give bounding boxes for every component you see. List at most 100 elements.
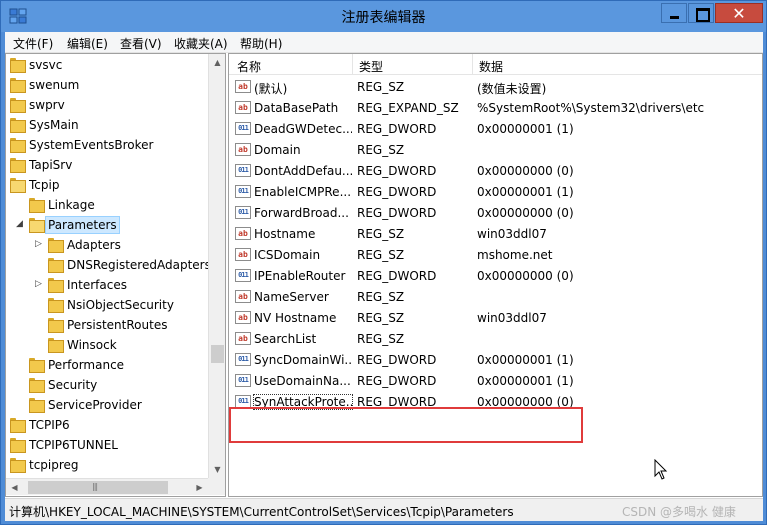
tree-item[interactable]: Winsock (6, 335, 206, 355)
expand-arrow-icon[interactable]: ▷ (35, 239, 42, 249)
value-row[interactable]: ab NameServer REG_SZ (229, 286, 762, 307)
value-row[interactable]: ab ICSDomain REG_SZ mshome.net (229, 244, 762, 265)
value-row[interactable]: 011 UseDomainNa... REG_DWORD 0x00000001 (1) (229, 370, 762, 391)
tree-item[interactable]: TCPIP6 (6, 415, 206, 435)
maximize-button[interactable] (688, 3, 714, 23)
tree-item[interactable]: TCPIP6TUNNEL (6, 435, 206, 455)
tree-item-label: TCPIP6 (29, 418, 70, 432)
tree-item-label: NsiObjectSecurity (67, 298, 174, 312)
value-row[interactable]: 011 DeadGWDetec... REG_DWORD 0x00000001 (1) (229, 118, 762, 139)
value-name: Hostname (254, 227, 316, 241)
menu-edit[interactable]: 编辑(E) (67, 35, 108, 52)
mouse-cursor-icon (654, 459, 668, 480)
column-divider[interactable] (352, 54, 353, 75)
value-row[interactable]: ab Domain REG_SZ (229, 139, 762, 160)
tree-item[interactable]: swenum (6, 75, 206, 95)
menu-file[interactable]: 文件(F) (13, 35, 53, 52)
tree-item[interactable]: ▷ Interfaces (6, 275, 206, 295)
value-type: REG_DWORD (357, 185, 437, 199)
expand-arrow-icon[interactable]: ▷ (35, 279, 42, 289)
tree-item-label: swenum (29, 78, 80, 92)
value-type: REG_SZ (357, 248, 405, 262)
tree-item[interactable]: PersistentRoutes (6, 315, 206, 335)
value-row[interactable]: ab (默认) REG_SZ (数值未设置) (229, 76, 762, 97)
value-name: NV Hostname (254, 311, 337, 325)
value-type: REG_DWORD (357, 269, 437, 283)
value-name: UseDomainNa... (254, 374, 351, 388)
tree-item[interactable]: svsvc (6, 55, 206, 75)
value-type: REG_SZ (357, 227, 405, 241)
folder-icon (48, 278, 64, 293)
folder-icon (48, 258, 64, 273)
tree-item[interactable]: NsiObjectSecurity (6, 295, 206, 315)
value-type: REG_DWORD (357, 374, 437, 388)
title-bar[interactable]: 注册表编辑器 ✕ (1, 1, 766, 32)
tree-item[interactable]: swprv (6, 95, 206, 115)
scroll-right-arrow-icon[interactable]: ▶ (191, 479, 208, 496)
tree-item[interactable]: Performance (6, 355, 206, 375)
folder-icon (10, 98, 26, 113)
tree-item[interactable]: ▷ Adapters (6, 235, 206, 255)
value-row[interactable]: 011 ForwardBroad... REG_DWORD 0x00000000 (0… (229, 202, 762, 223)
value-row[interactable]: 011 EnableICMPRe... REG_DWORD 0x00000001 (1… (229, 181, 762, 202)
tree-item[interactable]: TapiSrv (6, 155, 206, 175)
value-row[interactable]: 011 SyncDomainWi... REG_DWORD 0x00000001 (1… (229, 349, 762, 370)
tree-vertical-scroll-thumb[interactable] (211, 345, 224, 363)
menu-favorites[interactable]: 收藏夹(A) (174, 35, 228, 52)
menu-view[interactable]: 查看(V) (120, 35, 162, 52)
value-type: REG_SZ (357, 80, 405, 94)
string-value-icon: ab (235, 290, 251, 303)
folder-icon (48, 238, 64, 253)
value-data: %SystemRoot%\System32\drivers\etc (477, 101, 705, 115)
minimize-button[interactable] (661, 3, 687, 23)
close-button[interactable]: ✕ (715, 3, 763, 23)
scroll-left-arrow-icon[interactable]: ◀ (6, 479, 23, 496)
value-row[interactable]: ab DataBasePath REG_EXPAND_SZ %SystemRoot%\… (229, 97, 762, 118)
tree-item[interactable]: SysMain (6, 115, 206, 135)
tree-item[interactable]: Tcpip (6, 175, 206, 195)
value-row[interactable]: ab NV Hostname REG_SZ win03ddl07 (229, 307, 762, 328)
folder-icon (10, 418, 26, 433)
status-path: 计算机\HKEY_LOCAL_MACHINE\SYSTEM\CurrentCon… (9, 505, 514, 519)
tree-item[interactable]: SystemEventsBroker (6, 135, 206, 155)
folder-icon (48, 298, 64, 313)
column-header: 名称 类型 数据 (229, 54, 762, 75)
value-data: 0x00000000 (0) (477, 164, 574, 178)
folder-icon (48, 318, 64, 333)
string-value-icon: ab (235, 101, 251, 114)
string-value-icon: ab (235, 248, 251, 261)
scroll-down-arrow-icon[interactable]: ▼ (209, 461, 225, 478)
value-row[interactable]: ab Hostname REG_SZ win03ddl07 (229, 223, 762, 244)
value-row[interactable]: 011 IPEnableRouter REG_DWORD 0x00000000 (0) (229, 265, 762, 286)
menu-help[interactable]: 帮助(H) (240, 35, 282, 52)
tree-item[interactable]: Security (6, 375, 206, 395)
scroll-up-arrow-icon[interactable]: ▲ (209, 54, 225, 71)
column-data-header[interactable]: 数据 (479, 58, 503, 75)
tree-item[interactable]: ◢ Parameters (6, 215, 206, 235)
collapse-arrow-icon[interactable]: ◢ (16, 219, 23, 229)
value-row[interactable]: ab SearchList REG_SZ (229, 328, 762, 349)
value-type: REG_DWORD (357, 353, 437, 367)
tree-item[interactable]: ServiceProvider (6, 395, 206, 415)
value-row[interactable]: 011 DontAddDefau... REG_DWORD 0x00000000 (0… (229, 160, 762, 181)
tree-item[interactable]: DNSRegisteredAdapters (6, 255, 211, 275)
tree-item[interactable]: tcpipreg (6, 455, 206, 475)
tree-horizontal-scroll-thumb[interactable]: ||| (28, 481, 168, 494)
tree-horizontal-scrollbar[interactable]: ◀ ||| ▶ (6, 478, 208, 495)
values-list-pane[interactable]: 名称 类型 数据 ab (默认) REG_SZ (数值未设置) ab DataBasePa… (228, 53, 763, 497)
folder-icon (29, 358, 45, 373)
tree-item[interactable]: Linkage (6, 195, 206, 215)
tree-vertical-scrollbar[interactable]: ▲ ▼ (208, 54, 225, 478)
tree-item-label: Parameters (45, 216, 120, 234)
value-data: win03ddl07 (477, 227, 547, 241)
string-value-icon: ab (235, 311, 251, 324)
scroll-grip-icon: ||| (92, 482, 98, 491)
tree-item-label: tcpipreg (29, 458, 79, 472)
value-name: ForwardBroad... (254, 206, 349, 220)
value-name: Domain (254, 143, 301, 157)
column-type-header[interactable]: 类型 (359, 58, 383, 75)
column-name-header[interactable]: 名称 (237, 58, 261, 75)
tree-item-label: Winsock (67, 338, 117, 352)
key-tree-pane[interactable]: svsvc swenum swprv SysMain SystemEventsBroke… (5, 53, 226, 497)
column-divider[interactable] (472, 54, 473, 75)
